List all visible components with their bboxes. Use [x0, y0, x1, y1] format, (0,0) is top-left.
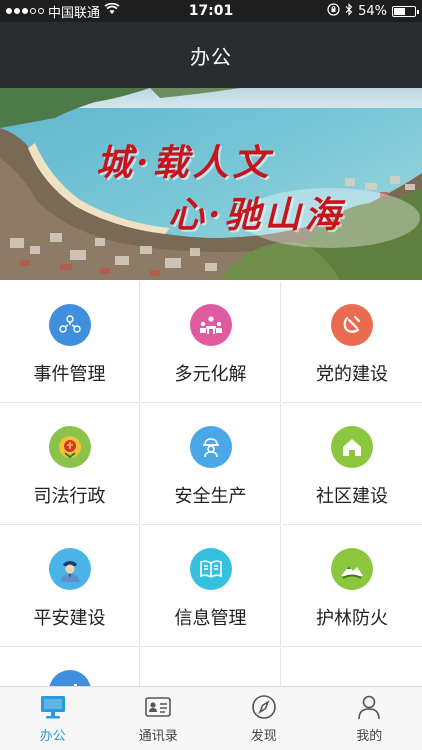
tab-bar: 办公 通讯录 发现 我的 — [0, 686, 422, 750]
banner-slogan-line1: 城·载人文 — [96, 142, 273, 184]
grid-item-label: 事件管理 — [33, 364, 106, 385]
orientation-lock-icon — [327, 2, 340, 20]
hardhat-worker-icon — [189, 426, 232, 468]
grid-item-label: 平安建设 — [33, 608, 106, 629]
battery-level — [394, 7, 405, 15]
banner-slogan-line2: 心·驰山海 — [168, 194, 345, 236]
grid-item-mediation[interactable]: 多元化解 — [141, 282, 281, 403]
chart-icon — [48, 670, 91, 686]
nav-bar: 办公 — [0, 22, 422, 88]
house-icon — [331, 426, 373, 468]
battery-icon — [392, 5, 419, 17]
grid-item-safe-community[interactable]: 平安建设 — [0, 526, 140, 647]
grid-item-label: 护林防火 — [316, 608, 388, 629]
tab-discover[interactable]: 发现 — [211, 687, 317, 750]
status-bar: 中国联通 17:01 54% — [0, 0, 422, 22]
open-book-icon — [189, 548, 232, 590]
grid-item-judicial-admin[interactable]: 司法行政 — [0, 404, 140, 525]
tab-contacts[interactable]: 通讯录 — [106, 687, 212, 750]
grid-item-party-building[interactable]: 党的建设 — [282, 282, 422, 403]
forest-mountain-icon — [331, 548, 373, 590]
police-officer-icon — [48, 548, 91, 590]
battery-percent: 54% — [358, 3, 387, 19]
grid-item-event-management[interactable]: 事件管理 — [0, 282, 140, 403]
grid-item-safety-production[interactable]: 安全生产 — [141, 404, 281, 525]
wifi-icon — [104, 2, 120, 19]
tab-label: 我的 — [356, 729, 383, 744]
grid-item-forest-fire-prevention[interactable]: 护林防火 — [282, 526, 422, 647]
tab-mine[interactable]: 我的 — [317, 687, 422, 750]
banner-image[interactable]: 城·载人文 心·驰山海 — [0, 88, 422, 280]
status-right: 54% — [327, 2, 419, 20]
justice-emblem-icon — [48, 426, 91, 468]
grid-item-community-building[interactable]: 社区建设 — [282, 404, 422, 525]
signal-strength-icon — [6, 8, 44, 14]
hammer-sickle-icon — [331, 304, 373, 346]
carrier-name: 中国联通 — [48, 5, 101, 21]
grid-item-label: 党的建设 — [316, 364, 388, 385]
monitor-icon — [39, 693, 67, 721]
bluetooth-icon — [345, 2, 353, 20]
tab-office[interactable]: 办公 — [0, 687, 106, 750]
status-left: 中国联通 — [6, 2, 156, 21]
tab-label: 发现 — [250, 729, 277, 744]
grid-item-label: 安全生产 — [174, 486, 247, 507]
tab-label: 办公 — [39, 729, 66, 744]
page-title: 办公 — [190, 44, 232, 69]
grid-item-label: 司法行政 — [33, 486, 106, 507]
grid-item-label: 社区建设 — [316, 486, 388, 507]
grid-item-empty — [282, 648, 422, 686]
user-icon — [355, 693, 383, 721]
people-network-icon — [48, 304, 91, 346]
grid-item-label: 多元化解 — [174, 364, 247, 385]
meeting-icon — [189, 304, 232, 346]
function-grid: 事件管理 多元化解 党的建设 司法行政 安全生产 社区建设 平安建设 信息管理 … — [0, 282, 422, 686]
tab-label: 通讯录 — [138, 729, 178, 744]
compass-icon — [250, 693, 278, 721]
contact-card-icon — [144, 693, 172, 721]
grid-item-information-management[interactable]: 信息管理 — [141, 526, 281, 647]
grid-item-empty — [141, 648, 281, 686]
grid-item-more[interactable] — [0, 648, 140, 686]
grid-item-label: 信息管理 — [174, 608, 247, 629]
